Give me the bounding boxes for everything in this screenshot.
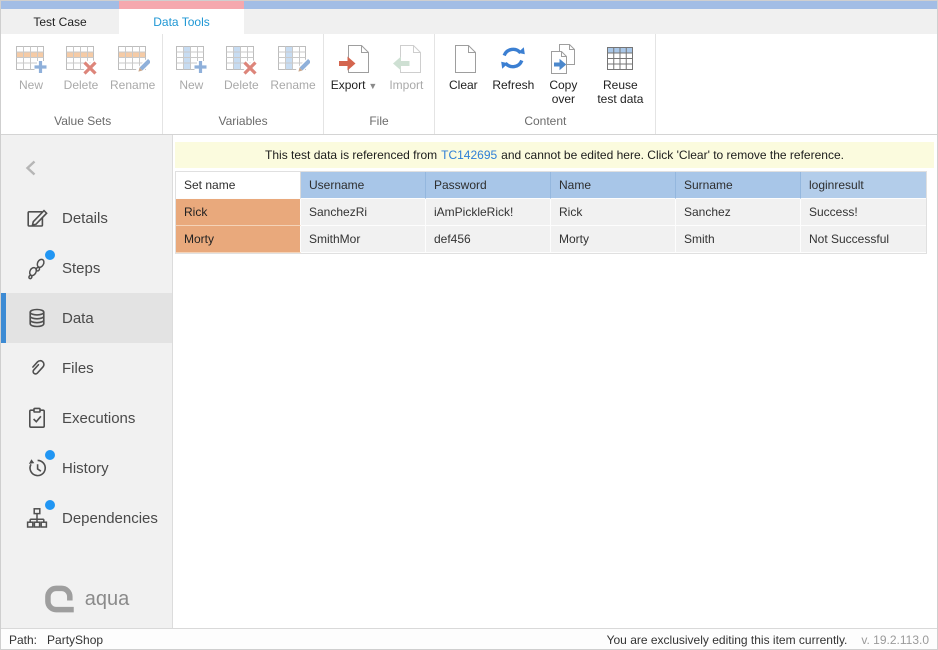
aqua-app-window: Test Case Data Tools New Delete Rename V…	[0, 0, 938, 650]
variables-new-button[interactable]: New	[170, 42, 212, 92]
sidebar-item-history[interactable]: History	[1, 443, 172, 493]
table-cell[interactable]: iAmPickleRick!	[426, 199, 551, 226]
import-icon	[389, 42, 423, 76]
dropdown-caret-icon: ▼	[368, 81, 377, 91]
export-icon	[337, 42, 371, 76]
copy-over-icon	[546, 42, 580, 76]
column-header-set-name[interactable]: Set name	[176, 172, 301, 199]
version-label: v. 19.2.113.0	[861, 633, 929, 647]
table-column-rename-icon	[276, 42, 310, 76]
ribbon-group-value-sets: New Delete Rename Value Sets	[3, 34, 163, 134]
table-column-delete-icon	[224, 42, 258, 76]
org-tree-icon	[25, 506, 49, 530]
status-bar: Path: PartyShop You are exclusively edit…	[1, 628, 937, 650]
table-cell[interactable]: Rick	[551, 199, 676, 226]
ribbon-toolbar: New Delete Rename Value Sets New	[1, 34, 937, 135]
table-cell[interactable]: Success!	[801, 199, 926, 226]
variables-delete-button[interactable]: Delete	[220, 42, 262, 92]
table-cell[interactable]: Not Successful	[801, 226, 926, 253]
sidebar-item-files[interactable]: Files	[1, 343, 172, 393]
notification-dot	[45, 250, 55, 260]
test-data-table: Set name Username Password Name Surname …	[175, 171, 927, 254]
table-row-delete-icon	[64, 42, 98, 76]
reuse-test-data-button[interactable]: Reuse test data	[592, 42, 648, 107]
top-accent-strip	[1, 1, 937, 9]
column-header-username[interactable]: Username	[301, 172, 426, 199]
column-header-surname[interactable]: Surname	[676, 172, 801, 199]
paperclip-icon	[25, 356, 49, 380]
aqua-logo-text: aqua	[85, 588, 130, 611]
table-cell-set-name[interactable]: Rick	[176, 199, 301, 226]
reference-notification-bar: This test data is referenced from TC1426…	[175, 142, 934, 168]
sidebar-item-dependencies[interactable]: Dependencies	[1, 493, 172, 543]
notification-dot	[45, 450, 55, 460]
sidebar-item-executions[interactable]: Executions	[1, 393, 172, 443]
copy-over-button[interactable]: Copy over	[542, 42, 584, 107]
ribbon-group-content: Clear Refresh Copy over Reuse test data …	[435, 34, 656, 134]
column-header-name[interactable]: Name	[551, 172, 676, 199]
clear-button[interactable]: Clear	[442, 42, 484, 92]
export-button[interactable]: Export▼	[331, 42, 378, 92]
notification-dot	[45, 500, 55, 510]
refresh-icon	[496, 42, 530, 76]
value-sets-delete-button[interactable]: Delete	[60, 42, 102, 92]
left-sidebar: Details Steps Data Files Executions	[1, 135, 173, 628]
column-header-loginresult[interactable]: loginresult	[801, 172, 926, 199]
refresh-button[interactable]: Refresh	[492, 42, 534, 92]
database-icon	[25, 306, 49, 330]
tab-test-case[interactable]: Test Case	[1, 9, 119, 34]
table-row-new-icon	[14, 42, 48, 76]
table-column-new-icon	[174, 42, 208, 76]
table-cell[interactable]: Morty	[551, 226, 676, 253]
sidebar-item-details[interactable]: Details	[1, 193, 172, 243]
exclusive-editing-status: You are exclusively editing this item cu…	[607, 633, 848, 647]
reuse-test-data-icon	[603, 42, 637, 76]
import-button[interactable]: Import	[385, 42, 427, 92]
notification-text: This test data is referenced from	[265, 148, 437, 162]
ribbon-group-label: Content	[518, 112, 572, 134]
ribbon-group-label: Variables	[212, 112, 273, 134]
active-tab-accent-strip	[119, 1, 244, 9]
clipboard-check-icon	[25, 406, 49, 430]
table-cell-set-name[interactable]: Morty	[176, 226, 301, 253]
aqua-logo: aqua	[1, 584, 172, 614]
path-label: Path:	[9, 633, 37, 647]
ribbon-group-label: Value Sets	[48, 112, 117, 134]
notification-text: and cannot be edited here. Click 'Clear'…	[501, 148, 844, 162]
variables-rename-button[interactable]: Rename	[270, 42, 315, 92]
edit-icon	[25, 206, 49, 230]
clear-page-icon	[446, 42, 480, 76]
footprints-icon	[25, 256, 49, 280]
table-cell[interactable]: SmithMor	[301, 226, 426, 253]
path-value: PartyShop	[47, 633, 103, 647]
ribbon-group-label: File	[363, 112, 394, 134]
ribbon-group-file: Export▼ Import File	[324, 34, 436, 134]
column-header-password[interactable]: Password	[426, 172, 551, 199]
collapse-sidebar-button[interactable]	[23, 159, 41, 177]
value-sets-rename-button[interactable]: Rename	[110, 42, 155, 92]
tab-data-tools[interactable]: Data Tools	[119, 9, 244, 34]
table-cell[interactable]: SanchezRi	[301, 199, 426, 226]
data-panel: This test data is referenced from TC1426…	[173, 135, 937, 628]
aqua-logo-icon	[44, 584, 78, 614]
sidebar-nav: Details Steps Data Files Executions	[1, 193, 172, 543]
sidebar-item-steps[interactable]: Steps	[1, 243, 172, 293]
table-cell[interactable]: Sanchez	[676, 199, 801, 226]
ribbon-group-variables: New Delete Rename Variables	[163, 34, 323, 134]
table-row-rename-icon	[116, 42, 150, 76]
table-cell[interactable]: def456	[426, 226, 551, 253]
test-case-link[interactable]: TC142695	[441, 148, 497, 162]
value-sets-new-button[interactable]: New	[10, 42, 52, 92]
ribbon-tab-bar: Test Case Data Tools	[1, 9, 937, 34]
sidebar-item-data[interactable]: Data	[1, 293, 172, 343]
history-icon	[25, 456, 49, 480]
chevron-left-icon	[23, 159, 41, 177]
table-cell[interactable]: Smith	[676, 226, 801, 253]
